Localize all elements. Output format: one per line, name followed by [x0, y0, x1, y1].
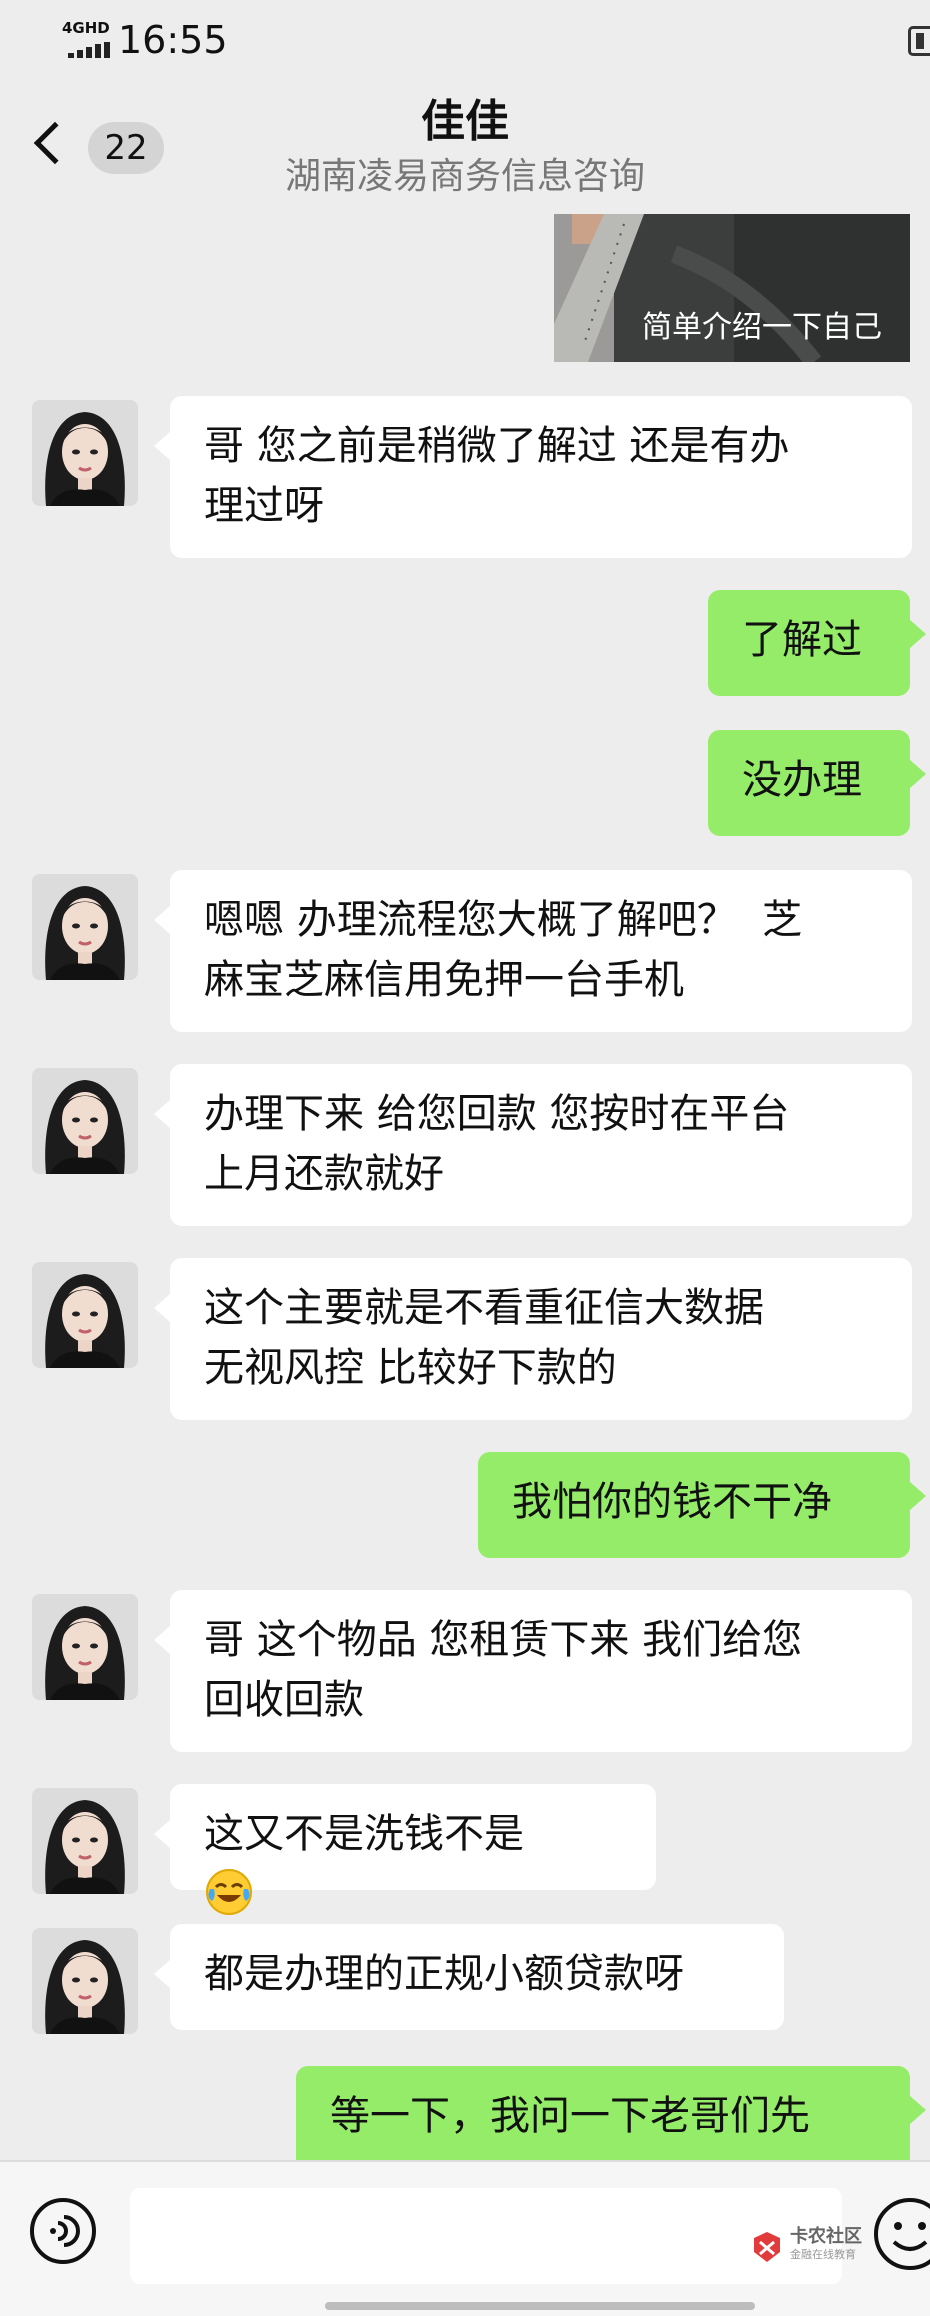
- image-caption: 简单介绍一下自己: [642, 310, 882, 345]
- message-text-line: 没办理: [742, 757, 862, 803]
- watermark-subtext: 金融在线教育: [790, 2248, 856, 2261]
- message-text-line: 等一下，我问一下老哥们先: [330, 2093, 810, 2139]
- emoji-icon[interactable]: [870, 2194, 930, 2274]
- watermark-logo-icon: [754, 2232, 780, 2262]
- message-text-line: 这个主要就是不看重征信大数据: [204, 1285, 764, 1331]
- battery-icon: [908, 26, 930, 56]
- network-indicator: 4GHD: [62, 20, 114, 60]
- contact-avatar[interactable]: [32, 1788, 138, 1894]
- message-text-line: 上月还款就好: [204, 1151, 444, 1197]
- chat-header: 22 佳佳 湖南凌易商务信息咨询: [0, 80, 930, 214]
- received-message-bubble[interactable]: 这个主要就是不看重征信大数据 无视风控 比较好下款的: [154, 1258, 912, 1420]
- input-bar: 卡农社区 金融在线教育: [0, 2160, 930, 2316]
- received-message-bubble[interactable]: 哥 这个物品 您租赁下来 我们给您 回收回款: [154, 1590, 912, 1752]
- received-message-bubble[interactable]: 这又不是洗钱不是: [154, 1784, 656, 1915]
- message-text-line: 回收回款: [204, 1677, 364, 1723]
- message-text-line: 哥 这个物品 您租赁下来 我们给您: [204, 1617, 803, 1663]
- message-text-line: 麻宝芝麻信用免押一台手机: [204, 957, 684, 1003]
- network-type: 4GHD: [62, 19, 110, 37]
- crying-laughing-emoji: [206, 1869, 252, 1915]
- received-message-bubble[interactable]: 都是办理的正规小额贷款呀: [154, 1924, 784, 2030]
- message-text-line: 嗯嗯 办理流程您大概了解吧？ 芝: [204, 897, 803, 943]
- home-indicator: [325, 2302, 755, 2310]
- message-text-line: 无视风控 比较好下款的: [204, 1345, 617, 1391]
- contact-avatar[interactable]: [32, 1594, 138, 1700]
- contact-avatar[interactable]: [32, 1262, 138, 1368]
- contact-company: 湖南凌易商务信息咨询: [284, 156, 645, 197]
- sent-message-bubble[interactable]: 我怕你的钱不干净: [478, 1452, 926, 1558]
- image-message[interactable]: 简单介绍一下自己: [554, 214, 910, 362]
- message-text-line: 都是办理的正规小额贷款呀: [204, 1951, 684, 1997]
- contact-avatar[interactable]: [32, 1068, 138, 1174]
- message-text-line: 这又不是洗钱不是: [204, 1804, 622, 1924]
- received-message-bubble[interactable]: 哥 您之前是稍微了解过 还是有办 理过呀: [154, 396, 912, 558]
- message-text-line: 我怕你的钱不干净: [512, 1479, 832, 1525]
- contact-avatar[interactable]: [32, 874, 138, 980]
- voice-input-icon[interactable]: [28, 2196, 98, 2266]
- sent-message-bubble[interactable]: 了解过: [708, 590, 926, 696]
- clock: 16:55: [118, 18, 228, 62]
- contact-avatar[interactable]: [32, 1928, 138, 2034]
- message-input[interactable]: [130, 2188, 842, 2284]
- contact-name: 佳佳: [421, 96, 509, 147]
- message-text-line: 办理下来 给您回款 您按时在平台: [204, 1091, 790, 1137]
- watermark-text: 卡农社区: [790, 2226, 862, 2247]
- sent-message-bubble[interactable]: 等一下，我问一下老哥们先: [296, 2066, 926, 2172]
- received-message-bubble[interactable]: 嗯嗯 办理流程您大概了解吧？ 芝麻宝芝麻信用免押一台手机: [154, 870, 912, 1032]
- signal-icon: [62, 42, 114, 58]
- message-text-line: 了解过: [742, 617, 862, 663]
- message-text-line: 理过呀: [204, 483, 324, 529]
- message-text-line: 哥 您之前是稍微了解过 还是有办: [204, 423, 790, 469]
- contact-avatar[interactable]: [32, 400, 138, 506]
- received-message-bubble[interactable]: 办理下来 给您回款 您按时在平台 上月还款就好: [154, 1064, 912, 1226]
- sent-message-bubble[interactable]: 没办理: [708, 730, 926, 836]
- status-bar: 4GHD 16:55: [0, 0, 930, 80]
